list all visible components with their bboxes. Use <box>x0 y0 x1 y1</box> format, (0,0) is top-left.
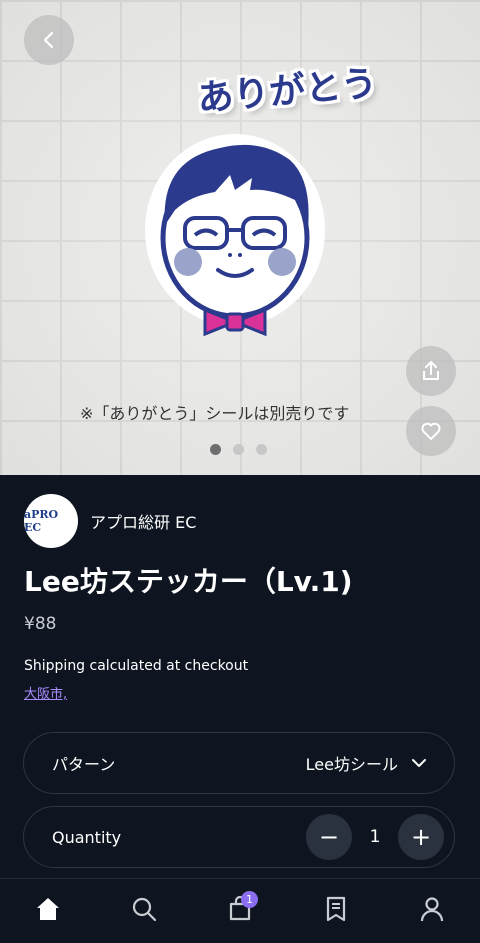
quantity-value: 1 <box>369 827 381 847</box>
product-image-carousel[interactable]: ありがとう ※「ありがとう」シールは別売りです <box>0 0 480 475</box>
carousel-dot-1[interactable] <box>210 444 221 455</box>
heart-icon <box>421 422 441 440</box>
chevron-down-icon <box>412 759 426 767</box>
carousel-dots <box>210 444 267 455</box>
image-caption: ※「ありがとう」シールは別売りです <box>80 404 350 423</box>
cart-badge: 1 <box>241 891 258 908</box>
nav-catalog[interactable] <box>312 885 360 933</box>
catalog-icon <box>326 896 346 922</box>
vendor-logo: aPRO EC <box>24 494 78 548</box>
back-button[interactable] <box>24 15 74 65</box>
vendor-row[interactable]: aPRO EC アプロ総研 EC <box>24 494 196 548</box>
bottom-navigation: 1 <box>0 878 480 943</box>
carousel-dot-2[interactable] <box>233 444 244 455</box>
shipping-note: Shipping calculated at checkout <box>24 658 249 674</box>
share-button[interactable] <box>406 346 456 396</box>
location-link[interactable]: 大阪市, <box>24 683 67 702</box>
nav-cart[interactable]: 1 <box>216 885 264 933</box>
sticker-character-illustration <box>145 134 325 337</box>
share-icon <box>423 361 439 380</box>
pattern-select[interactable]: パターン Lee坊シール <box>23 732 455 794</box>
chevron-left-icon <box>43 31 54 49</box>
quantity-increase-button[interactable]: + <box>398 814 444 860</box>
nav-home[interactable] <box>24 885 72 933</box>
product-price: ¥88 <box>24 614 57 634</box>
vendor-name[interactable]: アプロ総研 EC <box>90 509 196 533</box>
pattern-label: パターン <box>52 755 116 774</box>
quantity-decrease-button[interactable]: − <box>306 814 352 860</box>
nav-account[interactable] <box>408 885 456 933</box>
search-icon <box>132 897 157 922</box>
nav-search[interactable] <box>120 885 168 933</box>
account-icon <box>420 897 444 922</box>
quantity-label: Quantity <box>52 827 122 847</box>
carousel-dot-3[interactable] <box>256 444 267 455</box>
quantity-stepper: Quantity − 1 + <box>23 806 455 868</box>
pattern-selected-value: Lee坊シール <box>305 755 398 774</box>
home-icon <box>37 898 59 920</box>
favorite-button[interactable] <box>406 406 456 456</box>
product-title: Lee坊ステッカー（Lv.1) <box>24 565 353 598</box>
